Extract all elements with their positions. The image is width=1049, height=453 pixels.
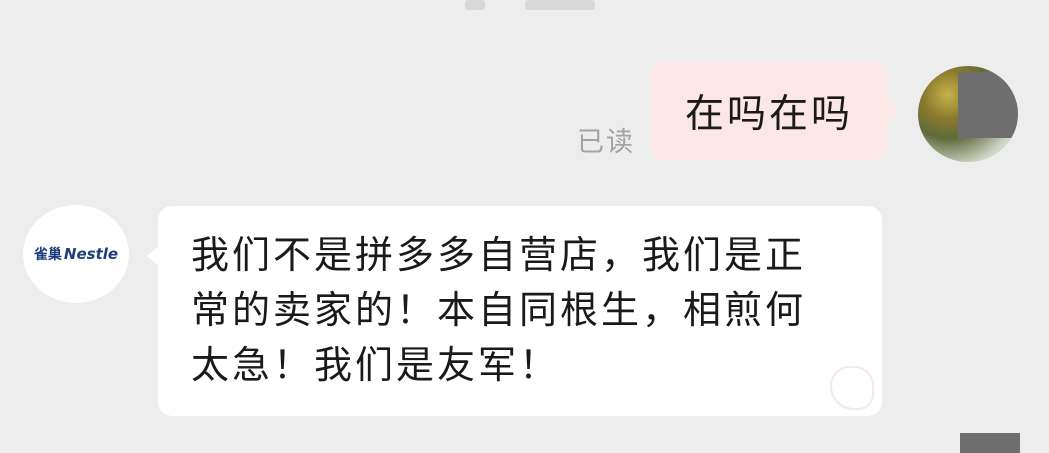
timestamp-fragment	[525, 0, 595, 10]
my-avatar[interactable]	[918, 66, 1018, 162]
logo-cn: 雀巢	[33, 247, 62, 263]
outgoing-message-bubble[interactable]: 在吗在吗	[650, 62, 899, 160]
timestamp-fragment	[465, 0, 485, 10]
sender-avatar[interactable]: 雀巢 Nestle	[23, 205, 129, 303]
message-line: 常的卖家的！本自同根生，相煎何	[191, 288, 807, 332]
message-line: 太急！我们是友军！	[191, 343, 561, 387]
redaction-mask	[960, 433, 1020, 453]
nestle-logo: 雀巢 Nestle	[34, 244, 118, 264]
previous-timestamp	[420, 0, 640, 14]
redaction-mask	[958, 72, 1018, 138]
message-line: 我们不是拼多多自营店，我们是正	[191, 233, 807, 277]
incoming-message-bubble[interactable]: 我们不是拼多多自营店，我们是正 常的卖家的！本自同根生，相煎何 太急！我们是友军…	[147, 206, 882, 416]
read-status: 已读	[577, 127, 635, 158]
logo-en: Nestle	[63, 245, 119, 263]
outgoing-message-text: 在吗在吗	[684, 92, 853, 137]
watermark-decoration	[830, 366, 874, 410]
